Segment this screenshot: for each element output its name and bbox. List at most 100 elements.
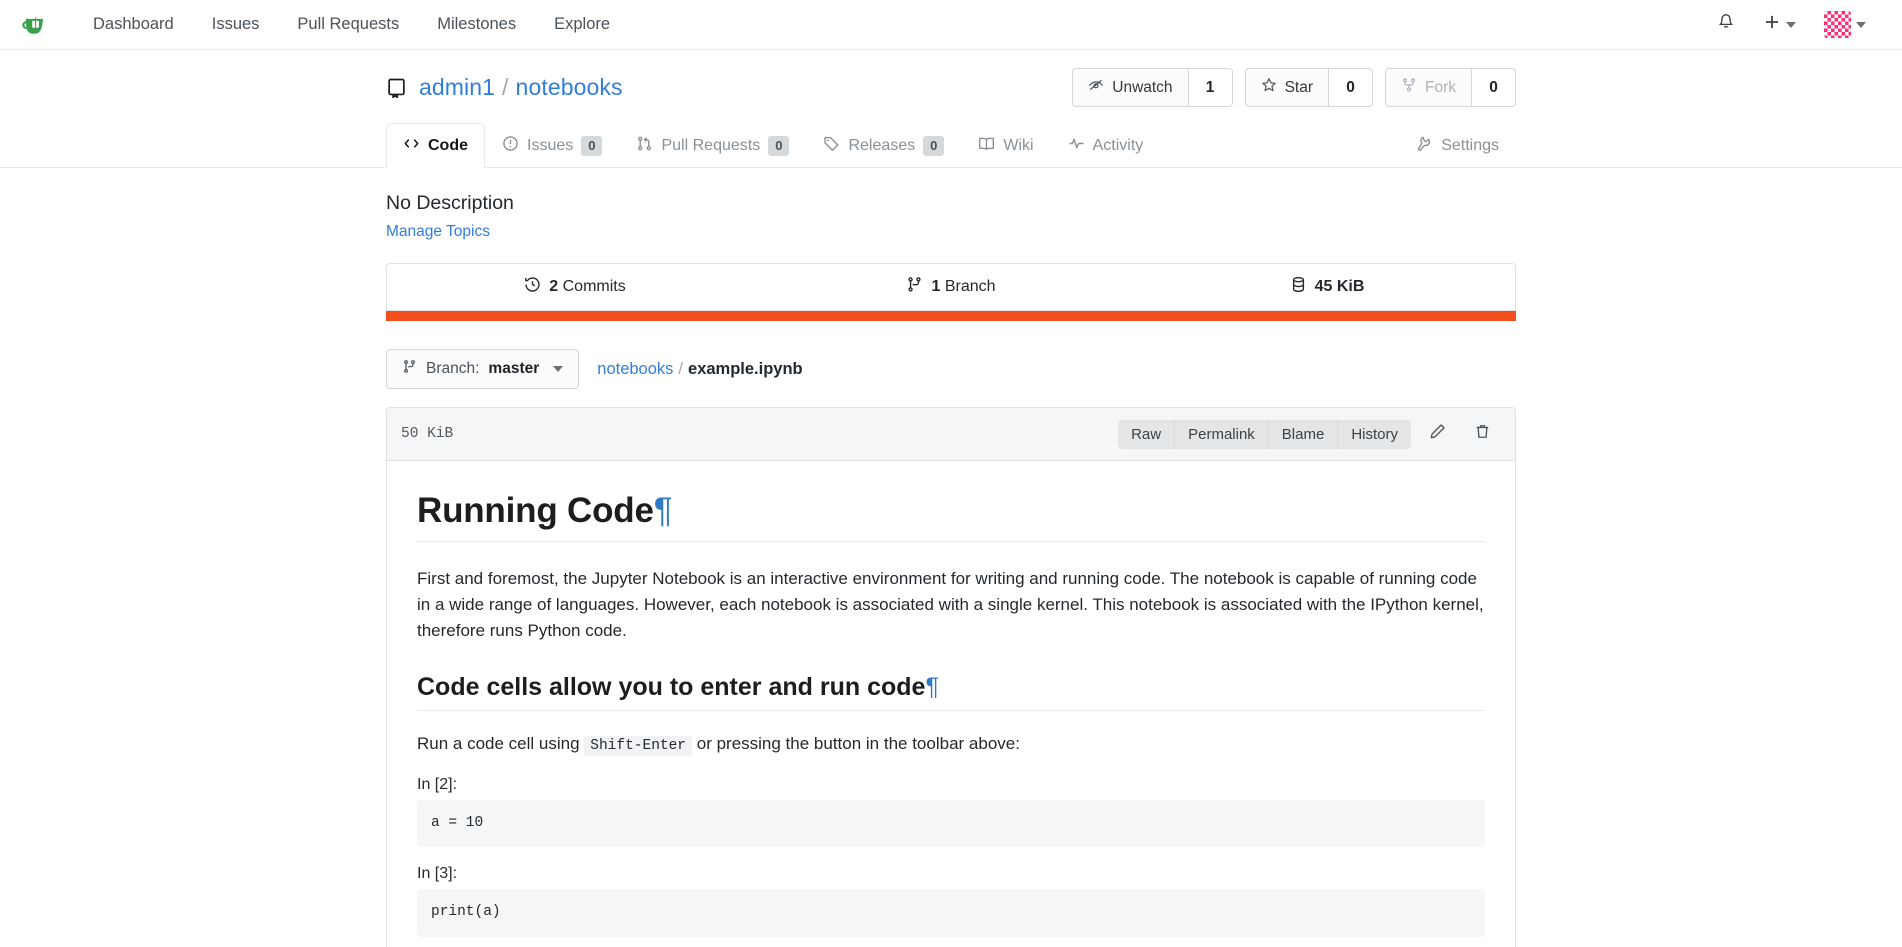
file-header-actions: Raw Permalink Blame History xyxy=(1118,417,1501,451)
trash-icon xyxy=(1474,423,1491,445)
notebook-h1-text: Running Code xyxy=(417,491,654,530)
gitea-teacup-logo[interactable] xyxy=(18,8,52,42)
heading-anchor-icon[interactable]: ¶ xyxy=(654,491,673,530)
create-new-button[interactable] xyxy=(1749,7,1810,42)
heading-anchor-icon[interactable]: ¶ xyxy=(925,673,938,701)
tab-issues-badge: 0 xyxy=(581,135,603,157)
branches-stat[interactable]: 1 Branch xyxy=(763,264,1139,310)
branch-selector[interactable]: Branch: master xyxy=(386,349,580,389)
cell-prompt: In [3]: xyxy=(417,865,458,883)
shortcut-inline-code: Shift-Enter xyxy=(584,736,692,757)
commits-label: Commits xyxy=(562,278,626,295)
repo-stats-block: 2 Commits 1 Branch 45 KiB xyxy=(386,263,1516,321)
commits-stat-text: 2 Commits xyxy=(549,278,625,296)
git-pull-request-icon xyxy=(636,135,653,157)
fork-label: Fork xyxy=(1425,78,1456,96)
star-button-group: Star 0 xyxy=(1244,68,1373,107)
permalink-button[interactable]: Permalink xyxy=(1175,419,1269,449)
pulse-icon xyxy=(1068,135,1085,157)
delete-file-button[interactable] xyxy=(1464,417,1501,451)
branch-count: 1 xyxy=(931,278,941,295)
code-icon xyxy=(403,135,420,157)
tab-releases-badge: 0 xyxy=(923,135,945,157)
tab-code[interactable]: Code xyxy=(386,123,485,168)
star-label: Star xyxy=(1284,78,1313,96)
wrench-icon xyxy=(1416,135,1433,157)
raw-button[interactable]: Raw xyxy=(1118,419,1176,449)
notebook-h2: Code cells allow you to enter and run co… xyxy=(417,673,1485,712)
nav-link-dashboard[interactable]: Dashboard xyxy=(74,7,193,42)
manage-topics-link[interactable]: Manage Topics xyxy=(386,223,490,240)
git-branch-icon xyxy=(402,359,417,379)
nav-link-explore[interactable]: Explore xyxy=(535,7,629,42)
nav-link-issues[interactable]: Issues xyxy=(193,7,279,42)
breadcrumb-separator: / xyxy=(678,359,684,378)
history-button[interactable]: History xyxy=(1338,419,1411,449)
edit-file-button[interactable] xyxy=(1419,417,1456,451)
blame-button[interactable]: Blame xyxy=(1268,419,1339,449)
tab-wiki-label: Wiki xyxy=(1003,137,1034,154)
database-icon xyxy=(1290,276,1307,298)
file-size-label: 50 KiB xyxy=(401,426,454,442)
plus-icon xyxy=(1763,13,1781,36)
repo-stats-bar: 2 Commits 1 Branch 45 KiB xyxy=(386,263,1516,311)
file-view-box: 50 KiB Raw Permalink Blame History Runni… xyxy=(386,407,1516,947)
repo-tab-bar: Code Issues 0 Pull Requests 0 Releases 0… xyxy=(386,123,1516,168)
fork-button: Fork xyxy=(1385,68,1472,107)
commits-count: 2 xyxy=(549,278,559,295)
branch-current-name: master xyxy=(488,360,540,377)
tab-activity[interactable]: Activity xyxy=(1051,123,1161,168)
repo-size-stat[interactable]: 45 KiB xyxy=(1139,264,1515,310)
pencil-icon xyxy=(1429,423,1446,445)
tab-issues-label: Issues xyxy=(527,137,574,154)
tab-pull-requests[interactable]: Pull Requests 0 xyxy=(619,123,806,168)
page-body: No Description Manage Topics 2 Commits 1… xyxy=(0,168,1902,947)
file-breadcrumb: notebooks / example.ipynb xyxy=(597,360,802,379)
navbar-right-actions xyxy=(1703,5,1880,44)
repo-description: No Description xyxy=(386,192,514,214)
notifications-button[interactable] xyxy=(1703,7,1749,42)
language-segment-notebook xyxy=(386,311,1516,321)
tab-settings-label: Settings xyxy=(1441,137,1499,154)
tab-wiki[interactable]: Wiki xyxy=(961,123,1050,168)
branches-stat-text: 1 Branch xyxy=(931,278,995,296)
tab-issues[interactable]: Issues 0 xyxy=(485,123,619,168)
language-bar xyxy=(386,311,1516,321)
chevron-down-icon xyxy=(1856,21,1866,28)
repo-description-block: No Description Manage Topics xyxy=(386,192,1516,241)
star-count[interactable]: 0 xyxy=(1329,68,1373,107)
run-text-before: Run a code cell using xyxy=(417,734,580,754)
file-action-button-group: Raw Permalink Blame History xyxy=(1118,419,1411,449)
commits-stat[interactable]: 2 Commits xyxy=(387,264,763,310)
repo-header: admin1/notebooks Unwatch 1 Star 0 Fork 0… xyxy=(0,50,1902,168)
repo-owner-link[interactable]: admin1 xyxy=(419,74,495,100)
watch-button-group: Unwatch 1 xyxy=(1072,68,1233,107)
fork-button-group: Fork 0 xyxy=(1385,68,1516,107)
top-navbar: Dashboard Issues Pull Requests Milestone… xyxy=(0,0,1902,50)
file-nav-row: Branch: master notebooks / example.ipynb xyxy=(386,349,1516,389)
tab-pull-requests-badge: 0 xyxy=(768,135,790,157)
unwatch-button[interactable]: Unwatch xyxy=(1072,68,1189,107)
git-fork-icon xyxy=(1401,77,1417,98)
branch-prefix-label: Branch: xyxy=(426,360,480,377)
breadcrumb-root-link[interactable]: notebooks xyxy=(597,360,673,378)
run-text-after: or pressing the button in the toolbar ab… xyxy=(696,734,1020,754)
notebook-cell: In [3]: print(a) 10 xyxy=(417,865,1485,947)
notebook-run-paragraph: Run a code cell using Shift-Enter or pre… xyxy=(417,731,1485,757)
nav-link-milestones[interactable]: Milestones xyxy=(418,7,535,42)
chevron-down-icon xyxy=(1786,21,1796,28)
file-view-header: 50 KiB Raw Permalink Blame History xyxy=(387,408,1515,461)
watch-count[interactable]: 1 xyxy=(1188,68,1233,107)
star-button[interactable]: Star xyxy=(1244,68,1329,107)
tab-settings[interactable]: Settings xyxy=(1399,123,1516,168)
tab-releases[interactable]: Releases 0 xyxy=(806,123,961,168)
user-menu-button[interactable] xyxy=(1810,5,1880,44)
star-icon xyxy=(1261,77,1277,98)
cell-source: a = 10 xyxy=(417,799,1485,848)
repo-name-link[interactable]: notebooks xyxy=(516,74,623,100)
notebook-intro-paragraph: First and foremost, the Jupyter Notebook… xyxy=(417,569,1484,640)
nav-link-pull-requests[interactable]: Pull Requests xyxy=(278,7,418,42)
git-branch-icon xyxy=(906,276,923,298)
avatar xyxy=(1824,11,1851,38)
repo-book-icon xyxy=(386,77,407,98)
